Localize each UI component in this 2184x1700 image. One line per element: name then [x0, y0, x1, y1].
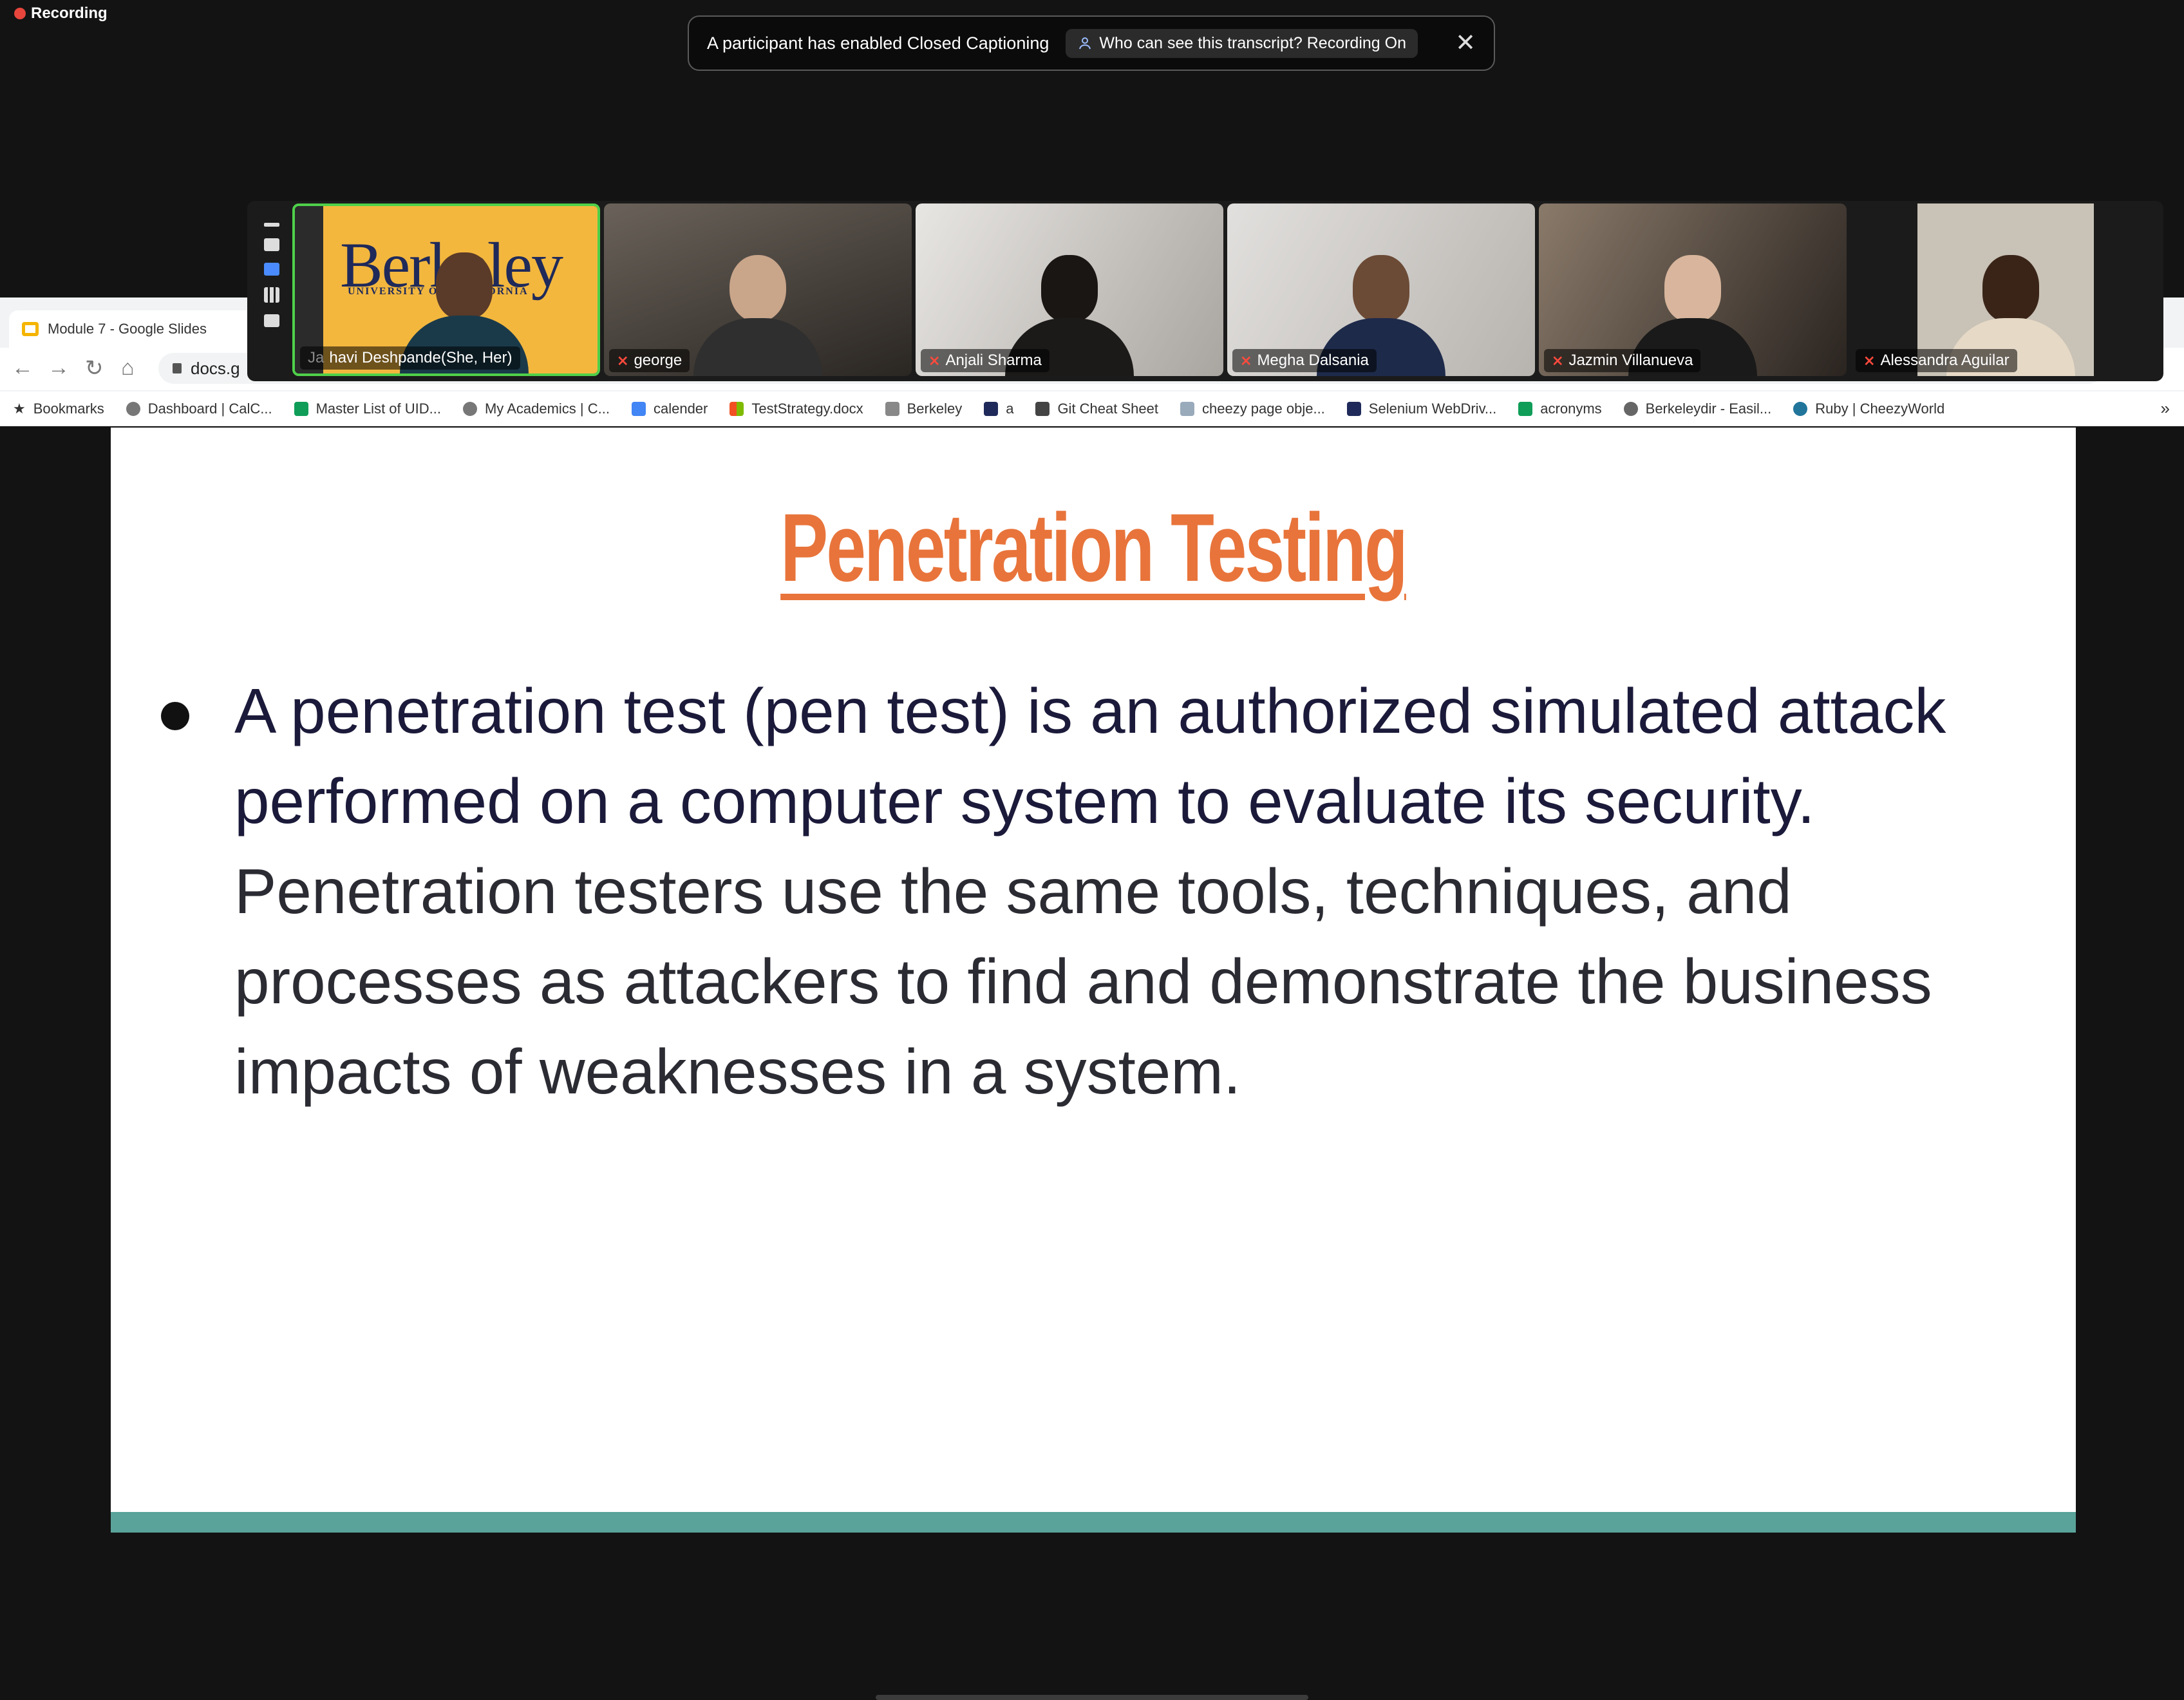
cal-icon: [984, 401, 999, 416]
strip-view-icon[interactable]: [264, 263, 279, 276]
bookmark-item[interactable]: Berkeley: [885, 401, 962, 417]
bookmarks-bar: ★ Bookmarks Dashboard | CalC... Master Li…: [0, 392, 2184, 426]
star-icon: ★: [13, 400, 26, 417]
git-icon: [1035, 401, 1050, 416]
close-icon[interactable]: ✕: [1455, 31, 1476, 55]
back-icon[interactable]: ←: [12, 355, 33, 381]
bookmark-item[interactable]: ★ Bookmarks: [13, 401, 104, 417]
bookmark-item[interactable]: cheezy page obje...: [1180, 401, 1325, 417]
bookmark-item[interactable]: My Academics | C...: [462, 401, 610, 417]
bookmark-item[interactable]: Selenium WebDriv...: [1346, 401, 1496, 417]
bookmark-item[interactable]: Berkeleydir - Easil...: [1623, 401, 1771, 417]
view-controls: [256, 212, 287, 384]
reload-icon[interactable]: ↻: [85, 355, 104, 381]
participant-name: ⨯ Megha Dalsania: [1232, 349, 1377, 372]
participant-tile[interactable]: ⨯ Megha Dalsania: [1227, 203, 1535, 376]
participant-name: ⨯ Alessandra Aguilar: [1856, 349, 2017, 372]
site-icon: [462, 401, 477, 416]
home-icon[interactable]: ⌂: [121, 355, 135, 381]
cc-message: A participant has enabled Closed Caption…: [707, 33, 1050, 53]
recording-indicator: Recording: [14, 3, 108, 24]
bookmark-item[interactable]: Git Cheat Sheet: [1035, 401, 1158, 417]
site-icon: [126, 401, 140, 416]
participant-name: Ja havi Deshpande(She, Her): [300, 346, 520, 370]
bullet-icon: [161, 702, 189, 730]
mic-muted-icon: ⨯: [1552, 352, 1564, 368]
tab-title: Module 7 - Google Slides: [48, 321, 207, 337]
address-bar-url: docs.g: [191, 358, 240, 378]
bookmark-item[interactable]: acronyms: [1518, 401, 1602, 417]
mic-muted-icon: ⨯: [617, 352, 629, 368]
lock-icon: [173, 363, 182, 373]
participant-name: ⨯ george: [609, 349, 690, 372]
gallery-view-icon[interactable]: [264, 287, 279, 303]
sheets-icon: [1518, 401, 1533, 416]
minimize-icon[interactable]: [264, 223, 279, 227]
bookmarks-more-icon[interactable]: »: [2161, 399, 2170, 419]
participant-name: ⨯ Anjali Sharma: [921, 349, 1050, 372]
bookmark-item[interactable]: Master List of UID...: [294, 401, 441, 417]
bookmark-item[interactable]: a: [984, 401, 1013, 417]
globe-icon: [1623, 401, 1638, 416]
bookmark-item[interactable]: TestStrategy.docx: [730, 401, 863, 417]
speaker-view-icon[interactable]: [264, 238, 279, 251]
participant-tile[interactable]: ⨯ Alessandra Aguilar: [1850, 203, 2158, 376]
participant-video: [693, 255, 822, 376]
bookmark-item[interactable]: calender: [631, 401, 708, 417]
recording-label: Recording: [31, 5, 108, 22]
forward-icon[interactable]: →: [48, 355, 70, 381]
shared-slide: Penetration Testing A penetration test (…: [111, 428, 2076, 1533]
bookmark-item[interactable]: Ruby | CheezyWorld: [1793, 401, 1944, 417]
participant-tile[interactable]: ⨯ Jazmin Villanueva: [1539, 203, 1847, 376]
browser-tab[interactable]: Module 7 - Google Slides: [9, 310, 254, 348]
transcript-info-button[interactable]: Who can see this transcript? Recording O…: [1066, 28, 1418, 58]
participant-tile[interactable]: Berkeley UNIVERSITY OF CALIFORNIA Jahavi…: [292, 203, 600, 376]
slide-footer-bar: [111, 1512, 2076, 1533]
wordpress-icon: [1793, 401, 1808, 416]
screen-share-handle[interactable]: [876, 1695, 1308, 1700]
bookmark-item[interactable]: Dashboard | CalC...: [126, 401, 272, 417]
microsoft-icon: [730, 401, 744, 416]
participant-tile[interactable]: ⨯ george: [604, 203, 912, 376]
cal-icon: [1346, 401, 1361, 416]
mic-muted-icon: ⨯: [928, 352, 941, 368]
participant-tile[interactable]: ⨯ Anjali Sharma: [916, 203, 1223, 376]
folder-icon: [885, 401, 899, 416]
slide-title: Penetration Testing: [780, 493, 1408, 601]
calendar-icon: [631, 401, 646, 416]
mic-muted-icon: ⨯: [1240, 352, 1252, 368]
site-icon: [1180, 401, 1194, 416]
mic-muted-icon: ⨯: [1863, 352, 1876, 368]
transcript-info-label: Who can see this transcript? Recording O…: [1099, 33, 1406, 52]
side-by-side-icon[interactable]: [264, 314, 279, 327]
slide-bullet-text: A penetration test (pen test) is an auth…: [234, 675, 1946, 1107]
sheets-icon: [294, 401, 308, 416]
person-icon: [1079, 37, 1091, 50]
slide-bullet: A penetration test (pen test) is an auth…: [161, 666, 2041, 1117]
recording-dot-icon: [14, 8, 26, 19]
google-slides-icon: [22, 322, 39, 336]
participant-name: ⨯ Jazmin Villanueva: [1544, 349, 1701, 372]
closed-caption-banner: A participant has enabled Closed Caption…: [688, 15, 1495, 71]
